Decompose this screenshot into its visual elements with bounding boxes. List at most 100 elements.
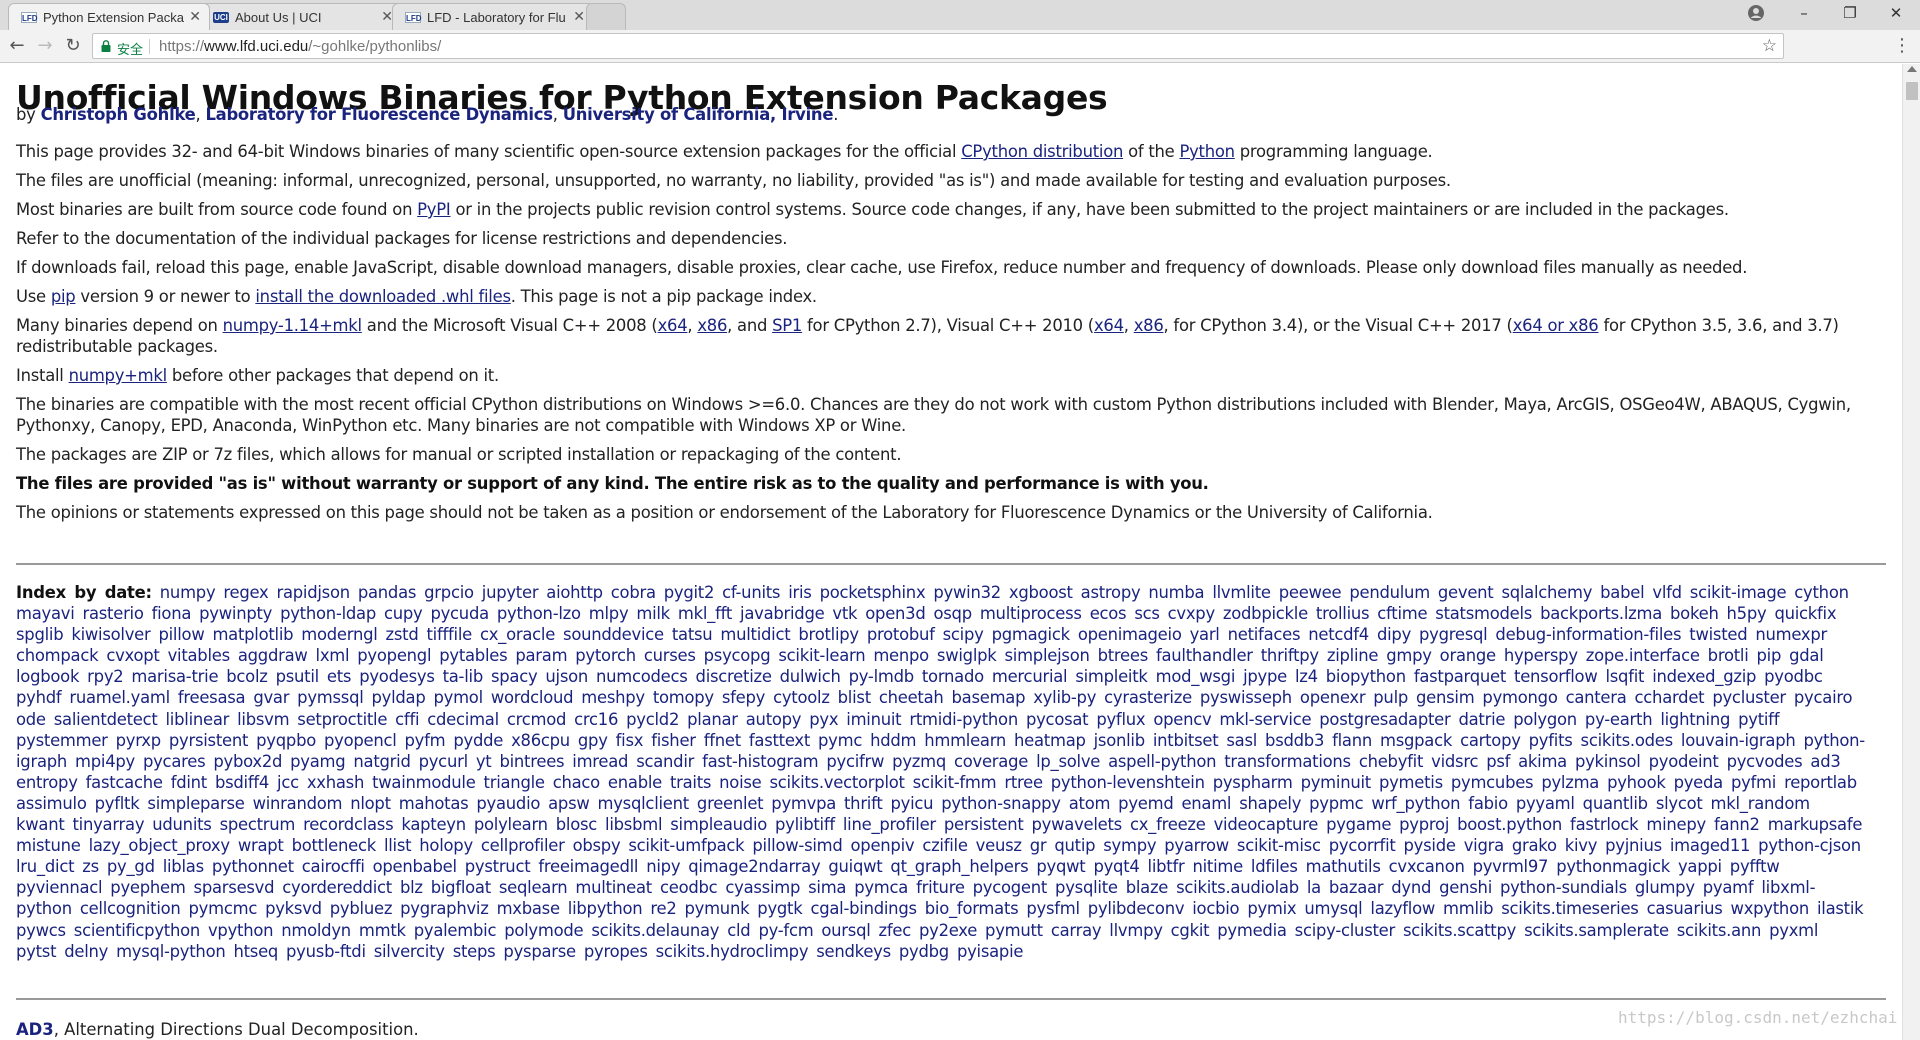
vc2010-x64-link[interactable]: x64 — [1094, 316, 1124, 335]
index-link-pymol[interactable]: pymol — [433, 688, 483, 707]
index-link-iminuit[interactable]: iminuit — [846, 710, 901, 729]
index-link-debug-information-files[interactable]: debug-information-files — [1495, 625, 1681, 644]
index-link-cvxpy[interactable]: cvxpy — [1168, 604, 1216, 623]
index-link-netcdf4[interactable]: netcdf4 — [1308, 625, 1369, 644]
vc2008-x64-link[interactable]: x64 — [658, 316, 688, 335]
cpython-distribution-link[interactable]: CPython distribution — [961, 142, 1123, 161]
index-link-ecos[interactable]: ecos — [1090, 604, 1127, 623]
index-link-pyzmq[interactable]: pyzmq — [892, 752, 946, 771]
restore-button[interactable]: ❐ — [1827, 0, 1873, 26]
index-link-scikit-image[interactable]: scikit-image — [1690, 583, 1787, 602]
index-link-zope-interface[interactable]: zope.interface — [1586, 646, 1700, 665]
scrollbar-thumb[interactable] — [1906, 82, 1918, 100]
index-link-chebyfit[interactable]: chebyfit — [1359, 752, 1424, 771]
index-link-bsdiff4[interactable]: bsdiff4 — [215, 773, 269, 792]
tab-close-icon[interactable]: ✕ — [573, 9, 585, 23]
index-link-fastparquet[interactable]: fastparquet — [1414, 667, 1506, 686]
index-link-basemap[interactable]: basemap — [952, 688, 1026, 707]
index-link-pycares[interactable]: pycares — [143, 752, 206, 771]
index-link-wxpython[interactable]: wxpython — [1731, 899, 1810, 918]
index-link-jpype[interactable]: jpype — [1243, 667, 1287, 686]
index-link-nlopt[interactable]: nlopt — [350, 794, 391, 813]
scroll-up-arrow-icon[interactable] — [1907, 66, 1917, 72]
index-link-hmmlearn[interactable]: hmmlearn — [924, 731, 1006, 750]
index-link-scikits-timeseries[interactable]: scikits.timeseries — [1501, 899, 1639, 918]
index-link-slycot[interactable]: slycot — [1656, 794, 1703, 813]
index-link-h5py[interactable]: h5py — [1727, 604, 1767, 623]
index-link-openpiv[interactable]: openpiv — [851, 836, 915, 855]
index-link-pyamf[interactable]: pyamf — [1703, 878, 1754, 897]
index-link-pyksvd[interactable]: pyksvd — [265, 899, 322, 918]
index-link-grako[interactable]: grako — [1512, 836, 1557, 855]
index-link-pyicu[interactable]: pyicu — [891, 794, 934, 813]
index-link-backports-lzma[interactable]: backports.lzma — [1540, 604, 1662, 623]
index-link-delny[interactable]: delny — [64, 942, 108, 961]
index-link-pyfftw[interactable]: pyfftw — [1730, 857, 1780, 876]
index-link-llist[interactable]: llist — [384, 836, 412, 855]
index-link-psycopg[interactable]: psycopg — [704, 646, 771, 665]
index-link-blist[interactable]: blist — [838, 688, 871, 707]
index-link-atom[interactable]: atom — [1069, 794, 1111, 813]
index-link-vpython[interactable]: vpython — [208, 921, 274, 940]
index-link-hyperspy[interactable]: hyperspy — [1504, 646, 1578, 665]
index-link-yt[interactable]: yt — [476, 752, 492, 771]
index-link-pyodesys[interactable]: pyodesys — [359, 667, 435, 686]
index-link-gensim[interactable]: gensim — [1416, 688, 1475, 707]
index-link-pyodbc[interactable]: pyodbc — [1764, 667, 1823, 686]
vc2017-link[interactable]: x64 or x86 — [1513, 316, 1599, 335]
index-link-sfepy[interactable]: sfepy — [722, 688, 766, 707]
index-link-netifaces[interactable]: netifaces — [1228, 625, 1301, 644]
index-link-liblinear[interactable]: liblinear — [166, 710, 230, 729]
index-link-cairocffi[interactable]: cairocffi — [302, 857, 365, 876]
index-link-mkl-fft[interactable]: mkl_fft — [678, 604, 732, 623]
index-link-lp-solve[interactable]: lp_solve — [1036, 752, 1100, 771]
index-link-pygraphviz[interactable]: pygraphviz — [400, 899, 489, 918]
index-link-hddm[interactable]: hddm — [870, 731, 916, 750]
index-link-pyisapie[interactable]: pyisapie — [957, 942, 1024, 961]
index-link-sqlalchemy[interactable]: sqlalchemy — [1501, 583, 1592, 602]
index-link-fisher[interactable]: fisher — [651, 731, 696, 750]
index-link-orange[interactable]: orange — [1440, 646, 1496, 665]
index-link-scipy[interactable]: scipy — [943, 625, 984, 644]
index-link-mmlib[interactable]: mmlib — [1443, 899, 1493, 918]
index-link-salientdetect[interactable]: salientdetect — [54, 710, 158, 729]
index-link-aggdraw[interactable]: aggdraw — [238, 646, 308, 665]
index-link-rtree[interactable]: rtree — [1004, 773, 1043, 792]
index-link-ad3[interactable]: ad3 — [1810, 752, 1840, 771]
index-link-chompack[interactable]: chompack — [16, 646, 99, 665]
index-link-apsw[interactable]: apsw — [548, 794, 590, 813]
index-link-blosc[interactable]: blosc — [556, 815, 598, 834]
index-link-llvmlite[interactable]: llvmlite — [1212, 583, 1271, 602]
index-link-numba[interactable]: numba — [1148, 583, 1204, 602]
index-link-biopython[interactable]: biopython — [1326, 667, 1406, 686]
index-link-autopy[interactable]: autopy — [746, 710, 802, 729]
index-link-multiprocess[interactable]: multiprocess — [980, 604, 1082, 623]
index-link-peewee[interactable]: peewee — [1279, 583, 1342, 602]
index-link-scandir[interactable]: scandir — [636, 752, 694, 771]
index-link-pystemmer[interactable]: pystemmer — [16, 731, 108, 750]
ad3-link[interactable]: AD3 — [16, 1020, 54, 1039]
index-link-tensorflow[interactable]: tensorflow — [1514, 667, 1598, 686]
index-link-pyproj[interactable]: pyproj — [1399, 815, 1449, 834]
index-link-grpcio[interactable]: grpcio — [424, 583, 474, 602]
chrome-menu-icon[interactable]: ⋮ — [1890, 33, 1914, 59]
index-link-enaml[interactable]: enaml — [1181, 794, 1231, 813]
index-link-pytiff[interactable]: pytiff — [1738, 710, 1779, 729]
new-tab-button[interactable] — [586, 3, 626, 30]
index-link-param[interactable]: param — [515, 646, 567, 665]
index-link-brotli[interactable]: brotli — [1708, 646, 1749, 665]
index-link-gpy[interactable]: gpy — [578, 731, 608, 750]
index-link-quantlib[interactable]: quantlib — [1583, 794, 1648, 813]
index-link-scikit-fmm[interactable]: scikit-fmm — [913, 773, 997, 792]
index-link-pywcs[interactable]: pywcs — [16, 921, 66, 940]
index-link-pypmc[interactable]: pypmc — [1309, 794, 1364, 813]
index-link-cobra[interactable]: cobra — [611, 583, 656, 602]
index-link-pyeda[interactable]: pyeda — [1674, 773, 1724, 792]
index-link-javabridge[interactable]: javabridge — [740, 604, 825, 623]
index-link-mkl-service[interactable]: mkl-service — [1219, 710, 1311, 729]
index-link-pykinsol[interactable]: pykinsol — [1575, 752, 1641, 771]
index-link-imaged11[interactable]: imaged11 — [1670, 836, 1751, 855]
index-link-pyyaml[interactable]: pyyaml — [1516, 794, 1575, 813]
index-link-intbitset[interactable]: intbitset — [1153, 731, 1219, 750]
index-link-pyemd[interactable]: pyemd — [1118, 794, 1174, 813]
